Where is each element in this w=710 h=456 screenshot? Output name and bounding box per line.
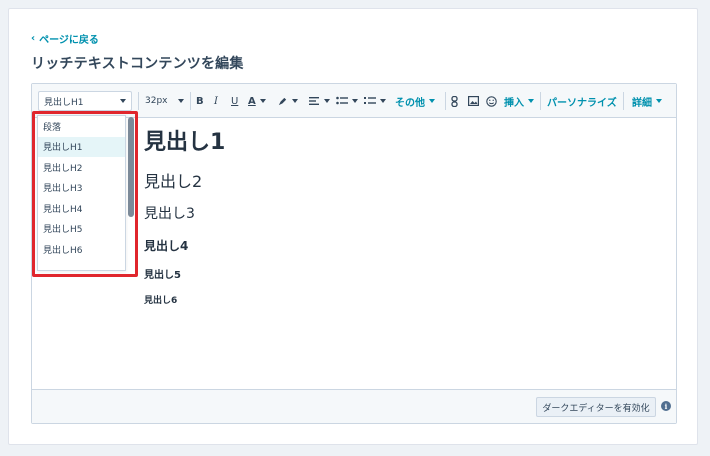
more-menu[interactable]: その他 <box>395 84 435 118</box>
block-format-value: 見出しH1 <box>44 97 84 108</box>
heading-2: 見出し2 <box>144 172 203 191</box>
font-size-value: 32px <box>145 96 168 106</box>
chevron-down-icon <box>324 99 330 103</box>
chevron-down-icon <box>178 99 184 103</box>
insert-label: 挿入 <box>504 97 524 109</box>
personalize-button[interactable]: パーソナライズ <box>547 84 617 118</box>
back-link-label: ページに戻る <box>39 35 99 46</box>
chevron-down-icon <box>259 99 266 103</box>
editor-footer: ダークエディターを有効化 i <box>32 389 676 423</box>
chevron-down-icon <box>292 99 298 103</box>
link-button[interactable] <box>451 84 459 118</box>
block-format-select[interactable]: 見出しH1 <box>38 91 132 111</box>
chevron-down-icon <box>429 99 435 103</box>
toolbar-divider <box>445 92 446 110</box>
numbered-list-icon <box>364 97 376 104</box>
more-label: その他 <box>395 97 425 109</box>
toolbar-divider <box>190 92 191 110</box>
page-title: リッチテキストコンテンツを編集 <box>31 56 244 72</box>
toolbar-divider <box>540 92 541 110</box>
personalize-label: パーソナライズ <box>547 97 617 109</box>
toolbar-divider <box>623 92 624 110</box>
italic-label: I <box>214 95 218 107</box>
heading-3: 見出し3 <box>144 206 195 222</box>
underline-button[interactable]: U <box>231 84 238 118</box>
numbered-list-button[interactable] <box>364 84 386 118</box>
image-icon <box>468 96 479 106</box>
bold-button[interactable]: B <box>196 84 204 118</box>
align-icon <box>309 97 319 105</box>
heading-1: 見出し1 <box>144 130 226 155</box>
chevron-down-icon <box>120 99 126 103</box>
image-button[interactable] <box>468 84 479 118</box>
chevron-down-icon <box>352 99 358 103</box>
align-button[interactable] <box>309 84 330 118</box>
bold-label: B <box>196 95 204 107</box>
heading-5: 見出し5 <box>144 270 181 281</box>
details-menu[interactable]: 詳細 <box>632 84 662 118</box>
font-color-label: A <box>248 95 256 107</box>
link-icon <box>451 95 458 107</box>
heading-4: 見出し4 <box>144 239 189 253</box>
back-link[interactable]: ‹ ページに戻る <box>31 31 99 46</box>
details-label: 詳細 <box>632 97 652 109</box>
underline-label: U <box>231 95 239 107</box>
enable-dark-editor-button[interactable]: ダークエディターを有効化 <box>536 397 656 417</box>
info-icon[interactable]: i <box>661 401 671 411</box>
emoji-button[interactable] <box>486 84 497 118</box>
insert-menu[interactable]: 挿入 <box>504 84 534 118</box>
chevron-down-icon <box>528 99 534 103</box>
chevron-down-icon <box>656 99 662 103</box>
bulleted-list-icon <box>336 96 348 105</box>
chevron-left-icon: ‹ <box>31 33 36 44</box>
emoji-icon <box>486 95 497 107</box>
bulleted-list-button[interactable] <box>336 84 358 118</box>
toolbar-divider <box>138 92 139 110</box>
heading-6: 見出し6 <box>144 296 178 306</box>
highlight-button[interactable] <box>277 84 298 118</box>
italic-button[interactable]: I <box>214 84 218 118</box>
highlight-pen-icon <box>278 97 287 105</box>
chevron-down-icon <box>380 99 386 103</box>
font-size-select[interactable]: 32px <box>142 91 187 111</box>
highlight-annotation-box <box>32 111 138 277</box>
font-color-button[interactable]: A <box>248 84 266 118</box>
